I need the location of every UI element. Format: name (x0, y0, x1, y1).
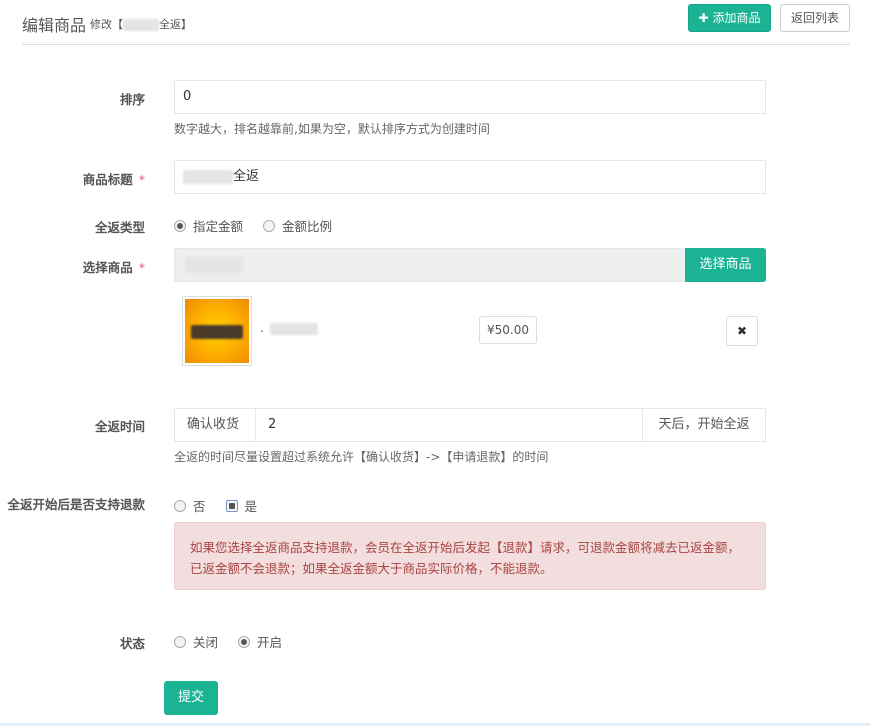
blurred-goods-name (269, 322, 318, 335)
add-product-button[interactable]: ✚ 添加商品 (688, 4, 771, 32)
radio-amount-ratio[interactable]: 金额比例 (263, 216, 332, 235)
plus-icon: ✚ (698, 11, 709, 25)
radio-status-open[interactable]: 开启 (238, 632, 282, 651)
back-to-list-button[interactable]: 返回列表 (780, 4, 850, 32)
blurred-title (183, 169, 233, 184)
refund-alert: 如果您选择全返商品支持退款，会员在全返开始后发起【退款】请求，可退款金额将减去已… (174, 522, 766, 590)
refund-label: 全返开始后是否支持退款 (7, 497, 145, 512)
status-label: 状态 (119, 636, 145, 651)
title-input[interactable]: 全返 (174, 160, 766, 194)
return-time-suffix: 天后，开始全返 (642, 409, 765, 441)
delete-goods-button[interactable]: ✖ (726, 316, 758, 346)
required-mark: * (138, 260, 145, 275)
radio-dot (238, 635, 250, 648)
subtitle-prefix: 修改【 (90, 18, 123, 31)
goods-thumbnail (182, 296, 252, 366)
radio-dot (174, 635, 186, 648)
goods-select-field[interactable] (174, 248, 766, 282)
page-subtitle: 修改【 全返】 (90, 16, 192, 32)
submit-button[interactable]: 提交 (164, 681, 218, 715)
sort-label: 排序 (119, 92, 145, 107)
radio-fixed-amount[interactable]: 指定金额 (174, 216, 243, 235)
return-time-label: 全返时间 (94, 419, 145, 434)
add-product-label: 添加商品 (712, 11, 761, 25)
return-time-input[interactable]: 2 (256, 409, 642, 441)
title-label: 商品标题 * (82, 172, 145, 187)
refund-radios: 否 是 (174, 496, 273, 515)
goods-item-name: . (260, 321, 318, 335)
blurred-goods (185, 257, 243, 273)
close-icon: ✖ (736, 324, 748, 338)
radio-dot (263, 219, 275, 232)
goods-price: ¥50.00 (479, 316, 537, 344)
choose-goods-button[interactable]: 选择商品 (685, 248, 766, 282)
return-time-group: 确认收货 2 天后，开始全返 (174, 408, 766, 442)
required-mark: * (138, 172, 145, 187)
blurred-name (123, 19, 159, 31)
return-time-help: 全返的时间尽量设置超过系统允许【确认收货】->【申请退款】的时间 (174, 450, 549, 464)
return-time-prefix: 确认收货 (175, 409, 256, 441)
return-type-label: 全返类型 (94, 220, 145, 235)
radio-dot (174, 219, 186, 232)
title-suffix: 全返 (233, 169, 260, 184)
page-title: 编辑商品 (22, 16, 87, 35)
sort-help: 数字越大，排名越靠前,如果为空，默认排序方式为创建时间 (174, 122, 490, 136)
radio-refund-no[interactable]: 否 (174, 496, 206, 515)
goods-label: 选择商品 * (82, 260, 145, 275)
radio-status-closed[interactable]: 关闭 (174, 632, 218, 651)
radio-dot (225, 499, 238, 512)
sort-input[interactable]: 0 (174, 80, 766, 114)
radio-refund-yes[interactable]: 是 (225, 496, 257, 515)
subtitle-suffix: 全返】 (159, 18, 192, 31)
status-radios: 关闭 开启 (174, 632, 298, 651)
page-header: 编辑商品 修改【 全返】 ✚ 添加商品 返回列表 (22, 0, 850, 45)
return-type-radios: 指定金额 金额比例 (174, 216, 348, 235)
radio-dot (174, 499, 186, 512)
